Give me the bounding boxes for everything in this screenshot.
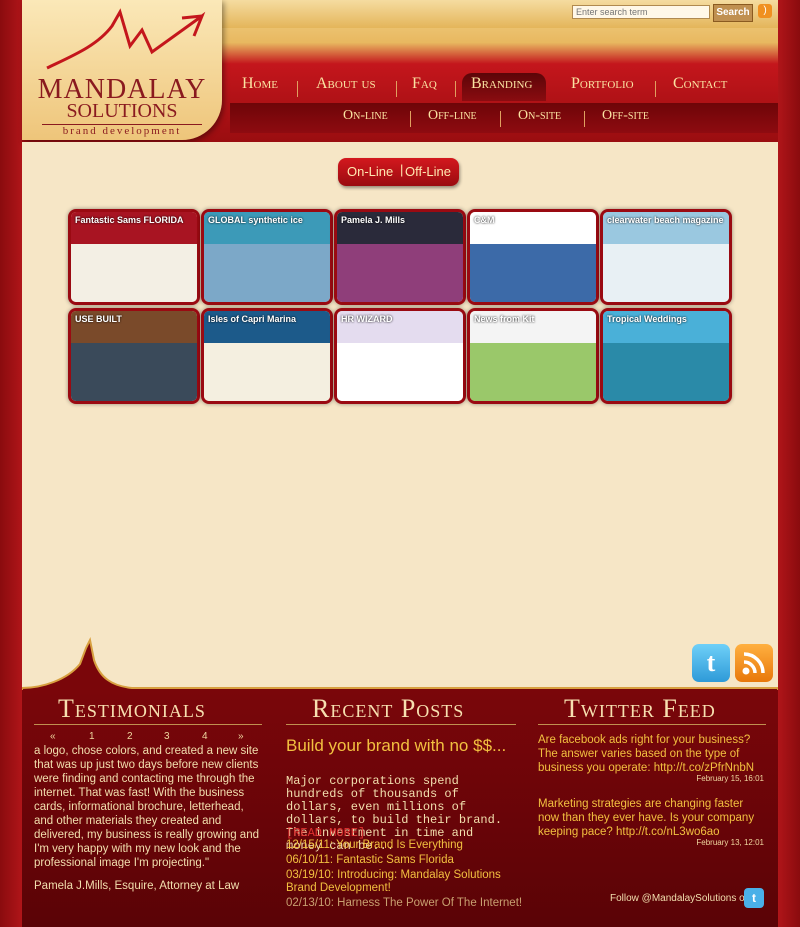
logo-tagline: brand development [42, 124, 202, 137]
recent-posts-title: Recent Posts [312, 694, 465, 723]
thumbnail-body [337, 243, 463, 302]
twitter-feed-title: Twitter Feed [564, 694, 716, 723]
filter-online-button[interactable]: On-Line [347, 164, 393, 179]
portfolio-thumbnail[interactable]: USE BUILT [68, 308, 200, 404]
portfolio-thumbnail[interactable]: HR WIZARD [334, 308, 466, 404]
logo[interactable]: MANDALAY SOLUTIONS brand development [22, 0, 222, 140]
portfolio-thumbnail[interactable]: clearwater beach magazine [600, 209, 732, 305]
thumbnail-body [337, 342, 463, 401]
thumbnail-body [204, 243, 330, 302]
divider [538, 724, 766, 725]
rss-feed-icon[interactable] [735, 644, 773, 682]
portfolio-thumbnail[interactable]: Tropical Weddings [600, 308, 732, 404]
post-link[interactable]: 03/19/10: Introducing: Mandalay Solution… [286, 869, 506, 895]
main-nav: Home About us Faq Branding Portfolio Con… [230, 73, 778, 103]
tweet-text[interactable]: Marketing strategies are changing faster… [538, 797, 764, 839]
pager-4[interactable]: 4 [202, 731, 208, 742]
nav-divider [655, 81, 656, 97]
twitter-icon[interactable]: t [692, 644, 730, 682]
logo-swoosh-icon [46, 8, 206, 70]
thumbnail-label: Pamela J. Mills [341, 215, 406, 225]
portfolio-thumbnail[interactable]: C&M [467, 209, 599, 305]
filter-toggle: On-Line | Off-Line [338, 158, 459, 186]
tweet-date: February 15, 16:01 [696, 774, 764, 783]
nav-divider [396, 81, 397, 97]
nav-divider [455, 81, 456, 97]
tweet-date: February 13, 12:01 [696, 838, 764, 847]
logo-name-line2: SOLUTIONS [66, 100, 178, 122]
twitter-icon[interactable]: t [744, 888, 764, 908]
subnav-onsite[interactable]: On-site [518, 108, 561, 124]
nav-faq[interactable]: Faq [412, 75, 437, 93]
thumbnail-body [71, 243, 197, 302]
post-link[interactable]: 12/15/11: Your Brand Is Everything [286, 839, 463, 851]
portfolio-thumbnail[interactable]: News from Kit [467, 308, 599, 404]
pager-next[interactable]: » [238, 731, 244, 742]
divider [34, 724, 262, 725]
rss-icon[interactable]: ) [758, 4, 772, 18]
subnav-divider [584, 111, 585, 127]
twitter-follow-text: Follow @MandalaySolutions on [610, 893, 751, 904]
nav-contact[interactable]: Contact [673, 75, 727, 93]
tweet-text[interactable]: Are facebook ads right for your business… [538, 733, 764, 775]
thumbnail-label: C&M [474, 215, 495, 225]
thumbnail-body [470, 342, 596, 401]
portfolio-thumbnail[interactable]: GLOBAL synthetic ice [201, 209, 333, 305]
pager-prev[interactable]: « [50, 731, 56, 742]
nav-divider [297, 81, 298, 97]
thumbnail-label: Fantastic Sams FLORIDA [75, 215, 184, 225]
subnav-offline[interactable]: Off-line [428, 108, 477, 124]
post-link[interactable]: 06/10/11: Fantastic Sams Florida [286, 854, 454, 866]
thumbnail-label: clearwater beach magazine [607, 215, 724, 225]
pager-1[interactable]: 1 [89, 731, 95, 742]
post-link[interactable]: 02/13/10: Harness The Power Of The Inter… [286, 897, 522, 909]
thumbnail-body [71, 342, 197, 401]
divider [286, 724, 516, 725]
nav-branding[interactable]: Branding [471, 75, 532, 93]
nav-portfolio[interactable]: Portfolio [571, 75, 634, 93]
testimonial-quote: a logo, chose colors, and created a new … [34, 745, 259, 868]
search-input[interactable] [572, 5, 710, 19]
filter-offline-button[interactable]: Off-Line [405, 164, 451, 179]
nav-home[interactable]: Home [242, 75, 278, 93]
nav-about-us[interactable]: About us [316, 75, 376, 93]
thumbnail-label: Tropical Weddings [607, 314, 687, 324]
thumbnail-body [603, 342, 729, 401]
testimonials-title: Testimonials [58, 694, 206, 723]
pager-2[interactable]: 2 [127, 731, 133, 742]
thumbnail-body [470, 243, 596, 302]
portfolio-thumbnail[interactable]: Fantastic Sams FLORIDA [68, 209, 200, 305]
pager-3[interactable]: 3 [164, 731, 170, 742]
subnav-online[interactable]: On-line [343, 108, 388, 124]
thumbnail-body [603, 243, 729, 302]
portfolio-thumbnail[interactable]: Isles of Capri Marina [201, 308, 333, 404]
subnav-offsite[interactable]: Off-site [602, 108, 649, 124]
thumbnail-label: Isles of Capri Marina [208, 314, 297, 324]
featured-post-title[interactable]: Build your brand with no $$... [286, 735, 516, 756]
thumbnail-label: GLOBAL synthetic ice [208, 215, 303, 225]
thumbnail-body [204, 342, 330, 401]
sub-nav: On-line Off-line On-site Off-site [230, 103, 778, 133]
read-more-link[interactable]: [READ MORE] [286, 826, 365, 840]
testimonial-author: Pamela J.Mills, Esquire, Attorney at Law [34, 880, 240, 892]
thumbnail-label: USE BUILT [75, 314, 122, 324]
subnav-divider [410, 111, 411, 127]
subnav-divider [500, 111, 501, 127]
search-button[interactable]: Search [713, 4, 753, 22]
portfolio-thumbnail[interactable]: Pamela J. Mills [334, 209, 466, 305]
thumbnail-label: HR WIZARD [341, 314, 393, 324]
thumbnail-label: News from Kit [474, 314, 535, 324]
